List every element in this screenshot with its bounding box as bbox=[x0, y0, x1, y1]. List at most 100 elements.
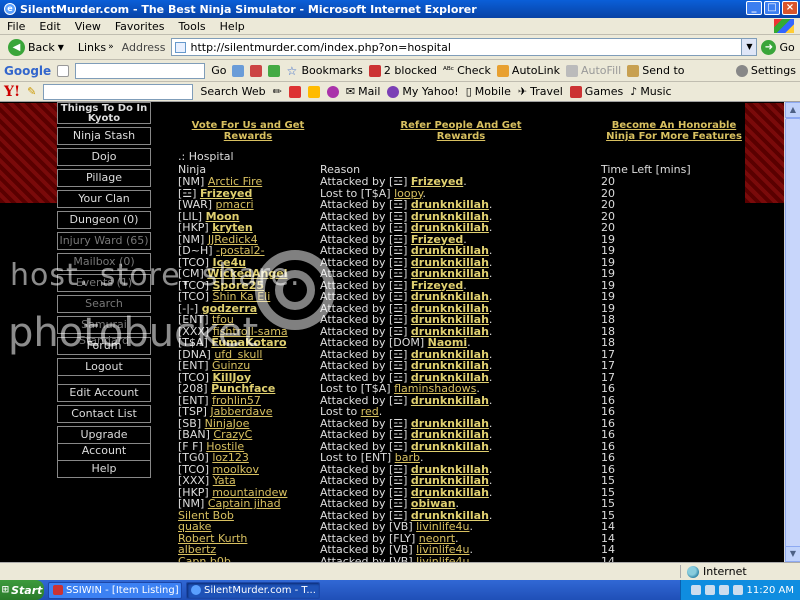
menu-edit[interactable]: Edit bbox=[32, 20, 67, 33]
tray-icon[interactable] bbox=[718, 585, 729, 595]
ninja-name-link[interactable]: Moon bbox=[206, 211, 240, 223]
ninja-name-link[interactable]: Ice4u bbox=[213, 257, 247, 269]
scroll-down-icon[interactable]: ▼ bbox=[785, 546, 800, 562]
settings-button[interactable]: Settings bbox=[735, 64, 796, 77]
ninja-name-link[interactable]: Guinzu bbox=[212, 360, 250, 372]
attacker-link[interactable]: Frizeyed bbox=[411, 234, 463, 246]
mobile-button[interactable]: ▯ Mobile bbox=[466, 85, 511, 98]
yahoo-search-input[interactable] bbox=[43, 83, 194, 100]
address-dropdown-icon[interactable]: ▼ bbox=[741, 39, 757, 55]
ninja-name-link[interactable]: -postal2- bbox=[216, 245, 265, 257]
autolink-button[interactable]: AutoLink bbox=[496, 64, 560, 77]
nav-pillage[interactable]: Pillage bbox=[57, 169, 151, 187]
ninja-name-link[interactable]: Yata bbox=[213, 475, 236, 487]
ninja-name-link[interactable]: Punchface bbox=[211, 383, 275, 395]
ninja-name-link[interactable]: tfou bbox=[212, 314, 234, 326]
attacker-link[interactable]: drunknkillah bbox=[411, 211, 489, 223]
nav-dungeon[interactable]: Dungeon (0) bbox=[57, 211, 151, 229]
ninja-name-link[interactable]: Hostile bbox=[206, 441, 244, 453]
yahoo-logo[interactable]: Y! bbox=[4, 84, 20, 100]
mail-button[interactable]: ✉ Mail bbox=[346, 85, 381, 98]
nav-help[interactable]: Help bbox=[57, 460, 151, 478]
ninja-name-link[interactable]: CrazyC bbox=[213, 429, 252, 441]
minimize-button[interactable]: _ bbox=[746, 1, 762, 15]
nav-dojo[interactable]: Dojo bbox=[57, 148, 151, 166]
attacker-link[interactable]: drunknkillah bbox=[411, 222, 489, 234]
attacker-link[interactable]: drunknkillah bbox=[411, 418, 489, 430]
attacker-link[interactable]: drunknkillah bbox=[411, 349, 489, 361]
attacker-link[interactable]: drunknkillah bbox=[411, 487, 489, 499]
travel-button[interactable]: ✈ Travel bbox=[518, 85, 563, 98]
back-button[interactable]: ◀ Back ▼ bbox=[4, 38, 68, 56]
ninja-name-link[interactable]: Robert Kurth bbox=[178, 533, 247, 545]
attacker-link[interactable]: neonrt bbox=[419, 533, 455, 545]
ninja-name-link[interactable]: moolkov bbox=[213, 464, 259, 476]
attacker-link[interactable]: red bbox=[361, 406, 379, 418]
clock[interactable]: 11:20 AM bbox=[747, 585, 794, 596]
attacker-link[interactable]: livinlife4u bbox=[416, 521, 469, 533]
close-button[interactable]: × bbox=[782, 1, 798, 15]
task-ssiwin[interactable]: SSIWIN - [Item Listing] bbox=[48, 581, 182, 599]
tray-icon[interactable] bbox=[690, 585, 701, 595]
menu-view[interactable]: View bbox=[68, 20, 108, 33]
ninja-name-link[interactable]: frohlin57 bbox=[212, 395, 261, 407]
attacker-link[interactable]: barb bbox=[395, 452, 420, 464]
nav-logout[interactable]: Logout bbox=[57, 358, 151, 376]
vertical-scrollbar[interactable]: ▲ ▼ bbox=[784, 102, 800, 562]
send-to-button[interactable]: Send to bbox=[627, 64, 685, 77]
pencil-icon[interactable]: ✎ bbox=[27, 85, 36, 98]
scroll-thumb[interactable] bbox=[785, 118, 800, 548]
ninja-name-link[interactable]: NinjaJoe bbox=[205, 418, 250, 430]
attacker-link[interactable]: drunknkillah bbox=[411, 475, 489, 487]
menu-tools[interactable]: Tools bbox=[172, 20, 213, 33]
attacker-link[interactable]: drunknkillah bbox=[411, 268, 489, 280]
start-button[interactable]: ⊞ Start bbox=[0, 580, 44, 600]
ninja-name-link[interactable]: Captain jihad bbox=[208, 498, 281, 510]
nav-search[interactable]: Search bbox=[57, 295, 151, 313]
games-button[interactable]: Games bbox=[569, 85, 623, 98]
nav-ninja-stash[interactable]: Ninja Stash bbox=[57, 127, 151, 145]
attacker-link[interactable]: drunknkillah bbox=[411, 360, 489, 372]
news-icon[interactable] bbox=[250, 64, 263, 77]
google-search-input[interactable] bbox=[75, 62, 206, 79]
popup-icon[interactable] bbox=[307, 85, 320, 98]
attacker-link[interactable]: drunknkillah bbox=[411, 199, 489, 211]
attacker-link[interactable]: drunknkillah bbox=[411, 372, 489, 384]
attacker-link[interactable]: drunknkillah bbox=[411, 441, 489, 453]
attacker-link[interactable]: obiwan bbox=[411, 498, 456, 510]
attacker-link[interactable]: loopy bbox=[394, 188, 422, 200]
chevron-right-icon[interactable]: » bbox=[108, 42, 114, 52]
attacker-link[interactable]: drunknkillah bbox=[411, 326, 489, 338]
ninja-name-link[interactable]: KillJoy bbox=[213, 372, 252, 384]
scroll-up-icon[interactable]: ▲ bbox=[785, 102, 800, 118]
attacker-link[interactable]: drunknkillah bbox=[411, 395, 489, 407]
ninja-name-link[interactable]: FumaKotaro bbox=[211, 337, 286, 349]
attacker-link[interactable]: flaminshadows bbox=[394, 383, 476, 395]
attacker-link[interactable]: drunknkillah bbox=[411, 245, 489, 257]
nav-upgrade-account[interactable]: Upgrade Account bbox=[57, 426, 151, 457]
maximize-button[interactable]: □ bbox=[764, 1, 780, 15]
ninja-name-link[interactable]: quake bbox=[178, 521, 211, 533]
tray-icon[interactable] bbox=[704, 585, 715, 595]
ninja-name-link[interactable]: Arctic Fire bbox=[208, 176, 262, 188]
volume-icon[interactable] bbox=[732, 585, 743, 595]
honorable-ninja-link[interactable]: Become An Honorable Ninja For More Featu… bbox=[604, 120, 744, 152]
attacker-link[interactable]: Frizeyed bbox=[411, 176, 463, 188]
search-icon[interactable] bbox=[232, 64, 245, 77]
google-go-button[interactable]: Go bbox=[211, 64, 226, 77]
nav-contact-list[interactable]: Contact List bbox=[57, 405, 151, 423]
nav-your-clan[interactable]: Your Clan bbox=[57, 190, 151, 208]
nav-samurai-standard[interactable]: Samurai Standard bbox=[57, 316, 151, 347]
music-button[interactable]: ♪ Music bbox=[630, 85, 671, 98]
nav-forum[interactable]: Forum bbox=[57, 337, 151, 355]
nav-edit-account[interactable]: Edit Account bbox=[57, 384, 151, 402]
spell-check-button[interactable]: ᴬᴮᶜ Check bbox=[443, 64, 491, 77]
menu-file[interactable]: File bbox=[0, 20, 32, 33]
ninja-name-link[interactable]: ufd_skull bbox=[214, 349, 262, 361]
autofill-button[interactable]: AutoFill bbox=[566, 64, 621, 77]
nav-events[interactable]: Events (1) bbox=[57, 274, 151, 292]
url-input[interactable] bbox=[190, 40, 742, 54]
refer-link[interactable]: Refer People And Get Rewards bbox=[391, 120, 531, 152]
attacker-link[interactable]: livinlife4u bbox=[416, 544, 469, 556]
menu-help[interactable]: Help bbox=[213, 20, 252, 33]
